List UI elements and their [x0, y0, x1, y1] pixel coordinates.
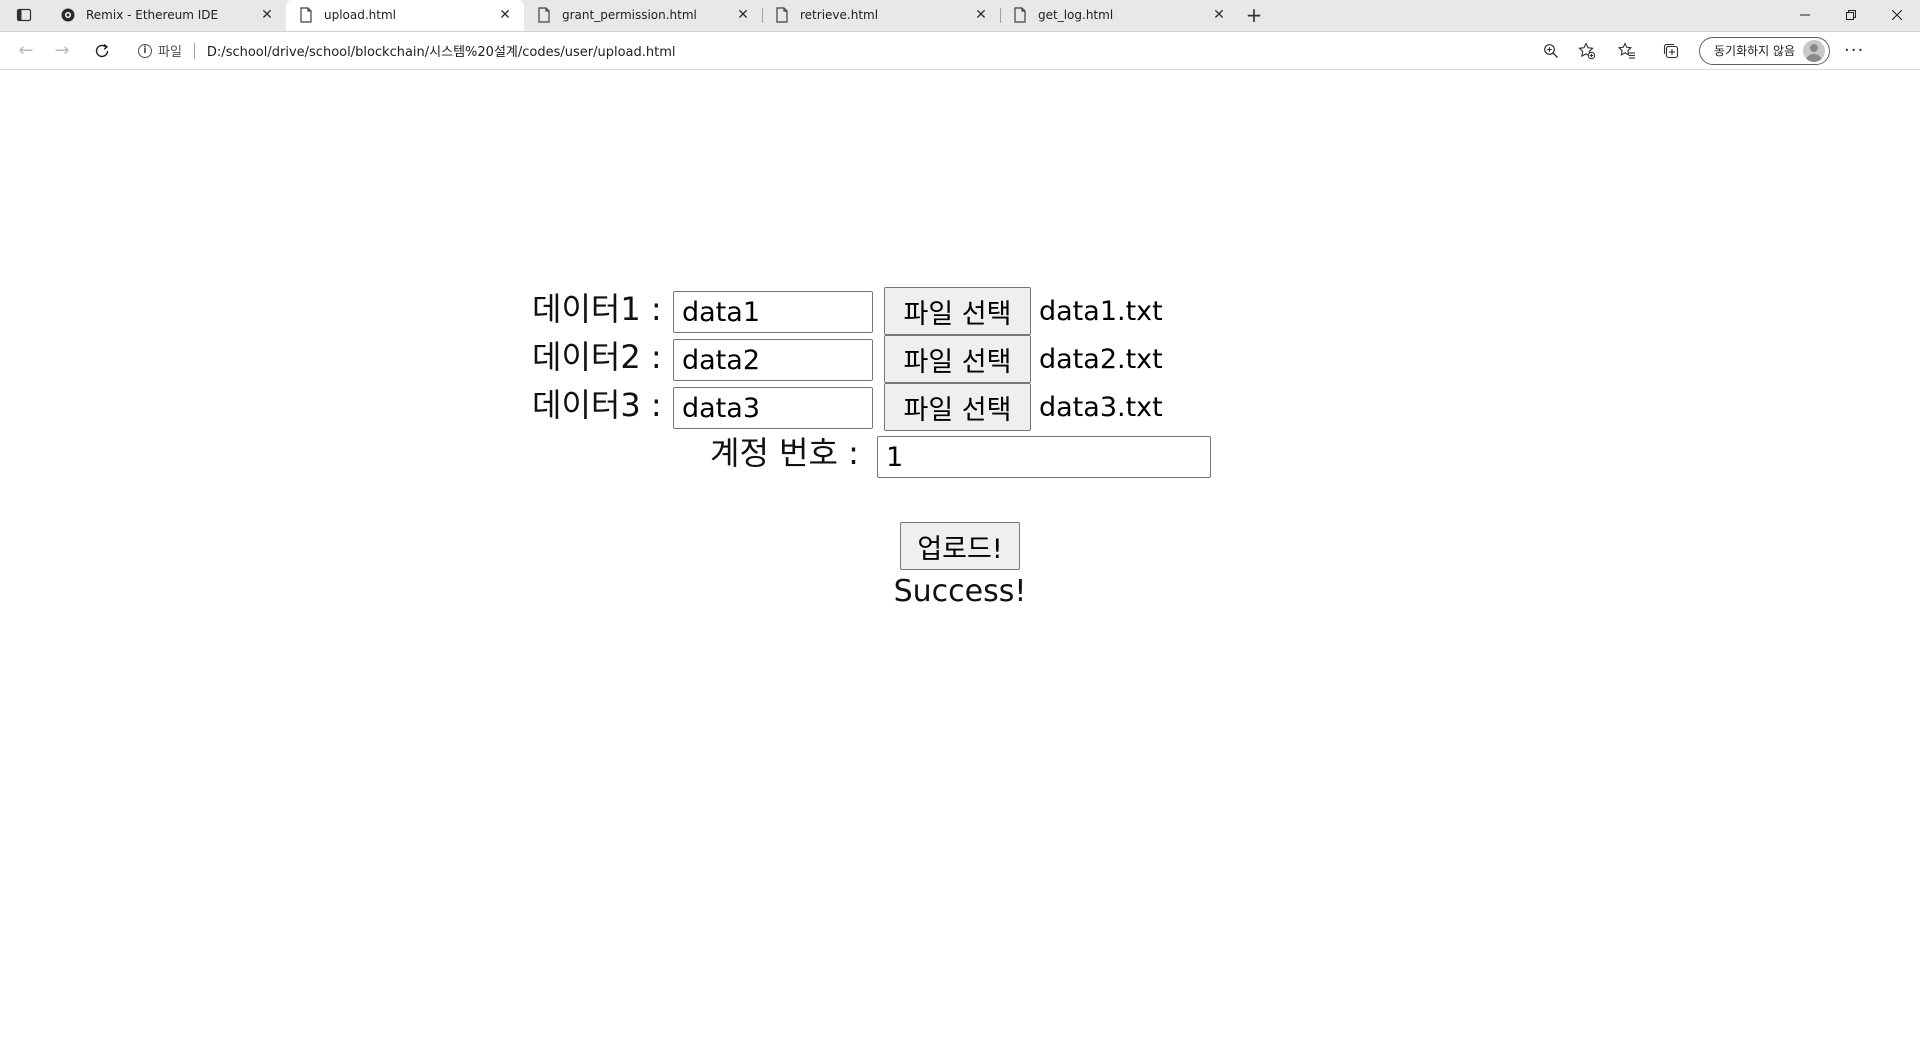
data1-file-name: data1.txt	[1039, 296, 1163, 327]
add-favorite-button[interactable]	[1569, 36, 1605, 66]
zoom-button[interactable]	[1533, 36, 1569, 66]
collections-button[interactable]	[1649, 36, 1693, 66]
more-icon: ···	[1844, 40, 1865, 61]
page-icon	[298, 7, 314, 23]
close-icon[interactable]: ✕	[1210, 6, 1228, 24]
divider	[193, 42, 195, 59]
data2-label: 데이터2 :	[532, 338, 662, 376]
collections-icon	[1663, 43, 1679, 58]
arrow-right-icon: →	[54, 40, 70, 61]
data3-file-button[interactable]: 파일 선택	[884, 383, 1031, 431]
close-icon	[1892, 10, 1902, 20]
close-window-button[interactable]	[1874, 0, 1920, 30]
tab-title: get_log.html	[1038, 8, 1114, 22]
account-input[interactable]	[877, 436, 1211, 478]
profile-label: 동기화하지 않음	[1714, 44, 1796, 58]
data1-label: 데이터1 :	[532, 290, 662, 328]
site-info-button[interactable]: i 파일	[130, 41, 182, 60]
tab-actions-icon	[16, 8, 32, 22]
data2-input[interactable]	[673, 339, 873, 381]
plus-icon: +	[1245, 3, 1263, 27]
settings-menu-button[interactable]: ···	[1830, 36, 1878, 66]
account-label: 계정 번호 :	[710, 434, 859, 472]
restore-button[interactable]	[1828, 0, 1874, 30]
close-icon[interactable]: ✕	[734, 6, 752, 24]
tab-upload[interactable]: upload.html ✕	[286, 0, 524, 31]
window-controls	[1782, 0, 1920, 30]
minimize-icon	[1800, 14, 1810, 16]
data2-file-button[interactable]: 파일 선택	[884, 335, 1031, 383]
scheme-label: 파일	[158, 45, 182, 60]
data1-file-button[interactable]: 파일 선택	[884, 287, 1031, 335]
tab-grant-permission[interactable]: grant_permission.html ✕	[524, 0, 762, 31]
data3-file-name: data3.txt	[1039, 392, 1163, 423]
refresh-icon	[95, 43, 109, 57]
tab-strip: Remix - Ethereum IDE ✕ upload.html ✕ gra…	[0, 0, 1920, 32]
browser-toolbar: ← → i 파일 D:/school/drive/school/blockcha…	[0, 32, 1920, 70]
tab-actions-button[interactable]	[0, 0, 48, 31]
address-bar-actions	[1533, 36, 1605, 66]
tab-get-log[interactable]: get_log.html ✕	[1000, 0, 1238, 31]
tab-title: Remix - Ethereum IDE	[86, 8, 219, 22]
tab-title: upload.html	[324, 8, 397, 22]
tab-title: retrieve.html	[800, 8, 879, 22]
page-icon	[1012, 7, 1028, 23]
data3-input[interactable]	[673, 387, 873, 429]
page-icon	[774, 7, 790, 23]
minimize-button[interactable]	[1782, 0, 1828, 30]
arrow-left-icon: ←	[18, 40, 34, 61]
toolbar-icons: 동기화하지 않음 ···	[1605, 36, 1878, 66]
remix-logo-icon	[60, 7, 76, 23]
zoom-icon	[1544, 43, 1558, 58]
close-icon[interactable]: ✕	[496, 6, 514, 24]
page-content: 데이터1 : 파일 선택 data1.txt 데이터2 : 파일 선택 data…	[0, 70, 1920, 1040]
url-text[interactable]: D:/school/drive/school/blockchain/시스템%20…	[207, 41, 1533, 60]
close-icon[interactable]: ✕	[258, 6, 276, 24]
info-icon: i	[138, 43, 152, 58]
page-icon	[536, 7, 552, 23]
forward-button[interactable]: →	[44, 35, 80, 67]
data2-file-name: data2.txt	[1039, 344, 1163, 375]
restore-icon	[1846, 10, 1856, 20]
star-add-icon	[1578, 41, 1596, 59]
close-icon[interactable]: ✕	[972, 6, 990, 24]
status-message: Success!	[893, 574, 1027, 609]
tab-retrieve[interactable]: retrieve.html ✕	[762, 0, 1000, 31]
data1-input[interactable]	[673, 291, 873, 333]
refresh-button[interactable]	[84, 35, 120, 67]
back-button[interactable]: ←	[8, 35, 44, 67]
profile-button[interactable]: 동기화하지 않음	[1699, 36, 1831, 65]
tab-remix[interactable]: Remix - Ethereum IDE ✕	[48, 0, 286, 31]
favorites-button[interactable]	[1605, 36, 1649, 66]
favorites-icon	[1618, 41, 1635, 59]
avatar	[1803, 39, 1826, 62]
upload-button[interactable]: 업로드!	[900, 522, 1020, 570]
address-bar[interactable]: i 파일 D:/school/drive/school/blockchain/시…	[130, 35, 1605, 66]
tab-title: grant_permission.html	[562, 8, 697, 22]
new-tab-button[interactable]: +	[1238, 0, 1270, 31]
data3-label: 데이터3 :	[532, 386, 662, 424]
